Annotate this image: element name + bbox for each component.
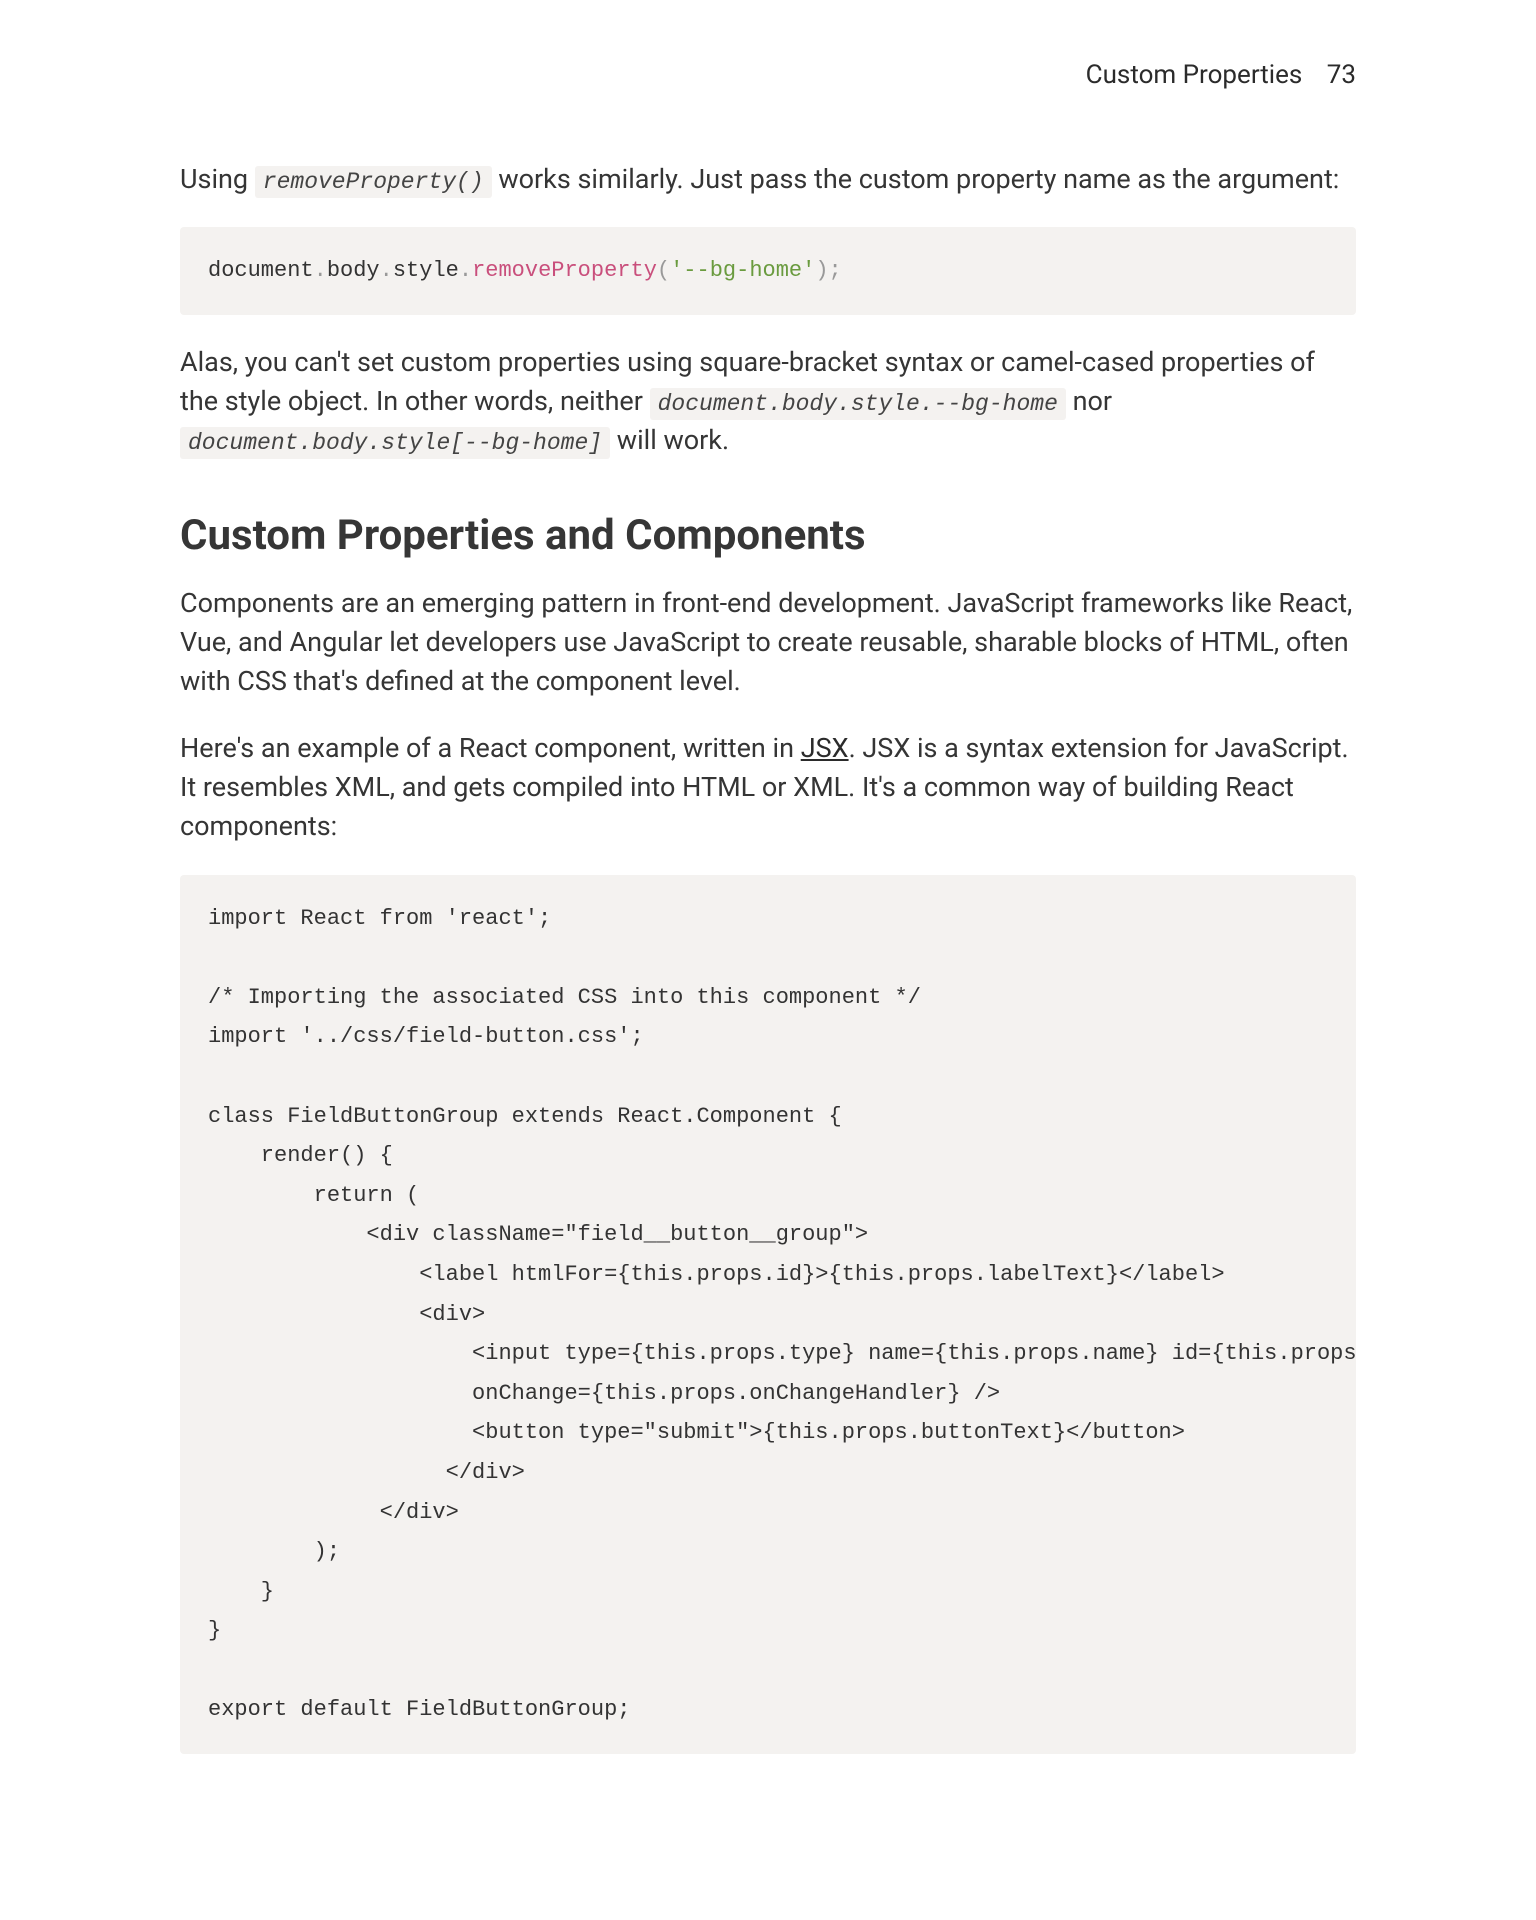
inline-code-dotsyntax: document.body.style.--bg-home bbox=[650, 388, 1066, 420]
link-jsx[interactable]: JSX bbox=[801, 732, 849, 764]
text: works similarly. Just pass the custom pr… bbox=[492, 163, 1340, 195]
paragraph-jsx-intro: Here's an example of a React component, … bbox=[180, 729, 1356, 846]
paragraph-alas: Alas, you can't set custom properties us… bbox=[180, 343, 1356, 461]
code-token: body bbox=[327, 258, 380, 283]
text: Here's an example of a React component, … bbox=[180, 732, 801, 764]
code-token: ( bbox=[657, 258, 670, 283]
text: Using bbox=[180, 163, 255, 195]
code-block-react-component: import React from 'react'; /* Importing … bbox=[180, 875, 1356, 1754]
code-token: . bbox=[459, 258, 472, 283]
page-header: Custom Properties 73 bbox=[180, 60, 1356, 90]
inline-code-bracketsyntax: document.body.style[--bg-home] bbox=[180, 427, 610, 459]
code-token: style bbox=[393, 258, 459, 283]
code-token: document bbox=[208, 258, 314, 283]
inline-code-removeproperty: removeProperty() bbox=[255, 166, 492, 198]
code-token: . bbox=[380, 258, 393, 283]
page-container: Custom Properties 73 Using removePropert… bbox=[0, 0, 1536, 1920]
code-block-remove-property: document.body.style.removeProperty('--bg… bbox=[180, 227, 1356, 315]
heading-custom-properties-components: Custom Properties and Components bbox=[180, 511, 1356, 560]
header-section-name: Custom Properties bbox=[1086, 60, 1303, 90]
code-token: ); bbox=[815, 258, 841, 283]
text: nor bbox=[1066, 385, 1112, 417]
text: will work. bbox=[610, 424, 729, 456]
code-token: '--bg-home' bbox=[670, 258, 815, 283]
header-page-number: 73 bbox=[1327, 60, 1356, 90]
code-token: removeProperty bbox=[472, 258, 657, 283]
paragraph-remove-property: Using removeProperty() works similarly. … bbox=[180, 160, 1356, 199]
code-token: . bbox=[314, 258, 327, 283]
paragraph-components-intro: Components are an emerging pattern in fr… bbox=[180, 584, 1356, 701]
